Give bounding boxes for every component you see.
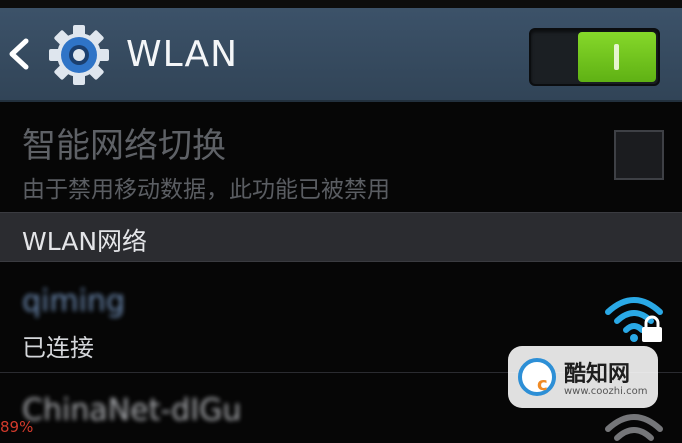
wlan-toggle-switch[interactable] <box>529 28 660 86</box>
smart-network-switch-row[interactable]: 智能网络切换 由于禁用移动数据，此功能已被禁用 <box>0 102 682 212</box>
toggle-knob-grip <box>614 44 619 70</box>
watermark-logo: c 酷知网 www.coozhi.com <box>508 346 658 408</box>
wifi-secured-icon <box>605 297 663 342</box>
smart-network-switch-title: 智能网络切换 <box>22 126 226 166</box>
network-ssid: ChinaNet-dIGu <box>22 393 242 428</box>
wifi-secured-icon <box>605 414 663 441</box>
action-bar: WLAN <box>0 8 682 102</box>
section-title: WLAN网络 <box>22 227 148 256</box>
back-arrow-icon[interactable] <box>6 38 32 70</box>
watermark-url: www.coozhi.com <box>564 386 648 397</box>
wlan-networks-section-header: WLAN网络 <box>0 212 682 262</box>
wlan-settings-gear-icon <box>49 25 109 85</box>
watermark-name: 酷知网 <box>564 362 631 387</box>
toggle-knob <box>578 32 656 82</box>
page-title: WLAN <box>126 34 239 75</box>
network-ssid: qiming <box>22 284 125 319</box>
smart-network-switch-checkbox[interactable] <box>614 130 664 180</box>
status-bar <box>0 0 682 8</box>
network-status: 已连接 <box>22 334 94 362</box>
smart-network-switch-subtitle: 由于禁用移动数据，此功能已被禁用 <box>22 177 390 203</box>
battery-percent-overlay: 89% <box>0 418 34 436</box>
watermark-logo-mark: c <box>518 358 556 396</box>
